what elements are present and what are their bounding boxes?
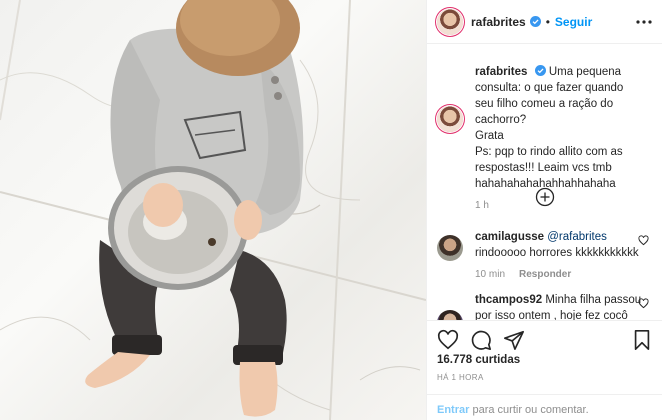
comment-input-text: para curtir ou comentar. <box>472 404 589 416</box>
action-icons <box>437 329 525 351</box>
comment-text-line: camilagusse @rafabrites rindooooo horror… <box>475 229 645 261</box>
comment-text: rindooooo horrores kkkkkkkkkkk <box>475 247 639 259</box>
commenter-avatar[interactable] <box>437 310 463 320</box>
comments-list[interactable]: rafabrites Uma pequena consulta: o que f… <box>427 44 662 320</box>
save-bookmark-icon[interactable] <box>631 329 653 351</box>
commenter-avatar[interactable] <box>437 235 463 261</box>
comment-username[interactable]: camilagusse <box>475 231 544 243</box>
post-header: rafabrites • Seguir <box>427 0 662 44</box>
reply-button[interactable]: Responder <box>519 269 571 280</box>
comment-mention[interactable]: @rafabrites <box>547 231 607 243</box>
caption-line-3: Ps: pqp to rindo allito com as respostas… <box>475 146 623 190</box>
likes-count[interactable]: 16.778 curtidas <box>437 354 520 366</box>
caption-line-1: rafabrites Uma pequena consulta: o que f… <box>475 64 645 128</box>
comment-item: thcampos92 Minha filha passou por isso o… <box>437 292 649 320</box>
more-options-icon[interactable] <box>635 13 653 31</box>
header-separator: • <box>545 14 550 29</box>
verified-badge-icon <box>529 16 541 27</box>
like-comment-icon[interactable] <box>638 298 649 309</box>
caption-body: rafabrites Uma pequena consulta: o que f… <box>475 64 645 214</box>
post-photo[interactable] <box>0 0 426 420</box>
photo-illustration <box>0 0 426 420</box>
comment-item: camilagusse @rafabrites rindooooo horror… <box>437 229 649 283</box>
caption-avatar[interactable] <box>437 106 463 132</box>
author-username[interactable]: rafabrites <box>471 15 526 29</box>
login-link[interactable]: Entrar <box>437 404 469 416</box>
post-timestamp[interactable]: HÁ 1 HORA <box>437 373 484 382</box>
follow-button[interactable]: Seguir <box>555 15 592 29</box>
comment-body: thcampos92 Minha filha passou por isso o… <box>475 292 645 320</box>
caption-meta: 1 h <box>475 198 645 214</box>
post-side-panel: rafabrites • Seguir rafabrites Uma peque… <box>426 0 662 420</box>
post-actions: 16.778 curtidas HÁ 1 HORA Entrar para cu… <box>427 320 662 420</box>
caption-time[interactable]: 1 h <box>475 200 489 211</box>
share-icon[interactable] <box>503 329 525 351</box>
comment-icon[interactable] <box>470 329 492 351</box>
author-avatar[interactable] <box>437 8 463 35</box>
like-comment-icon[interactable] <box>638 235 649 246</box>
comment-username[interactable]: thcampos92 <box>475 294 542 306</box>
caption-username[interactable]: rafabrites <box>475 66 527 78</box>
comment-input-area[interactable]: Entrar para curtir ou comentar. <box>427 394 662 420</box>
comment-text-line: thcampos92 Minha filha passou por isso o… <box>475 292 645 320</box>
comment-time[interactable]: 10 min <box>475 269 505 280</box>
comment-meta: 10 min Responder <box>475 267 645 283</box>
caption-line-2: Grata <box>475 130 504 142</box>
comment-body: camilagusse @rafabrites rindooooo horror… <box>475 229 645 283</box>
load-more-comments-icon[interactable] <box>535 187 555 207</box>
verified-badge-icon <box>534 65 546 76</box>
like-icon[interactable] <box>437 329 459 351</box>
